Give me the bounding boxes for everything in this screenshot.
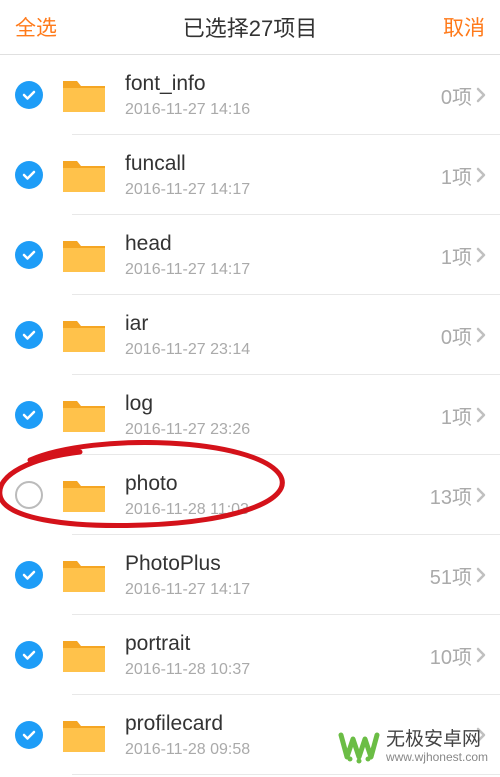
checkbox[interactable]: [15, 81, 43, 109]
checkbox[interactable]: [15, 561, 43, 589]
item-date: 2016-11-28 11:03: [125, 501, 430, 519]
item-date: 2016-11-27 14:17: [125, 261, 441, 279]
chevron-right-icon: [476, 407, 486, 423]
folder-icon: [61, 716, 107, 754]
checkbox[interactable]: [15, 641, 43, 669]
checkbox[interactable]: [15, 401, 43, 429]
list-item[interactable]: PhotoPlus 2016-11-27 14:1751项: [0, 535, 500, 615]
item-date: 2016-11-27 14:17: [125, 181, 441, 199]
item-count: 1项: [441, 161, 472, 190]
chevron-right-icon: [476, 567, 486, 583]
watermark-logo-icon: [338, 729, 380, 765]
item-name: log: [125, 391, 441, 416]
item-name: photo: [125, 471, 430, 496]
item-name: head: [125, 231, 441, 256]
folder-icon: [61, 556, 107, 594]
item-count: 0项: [441, 321, 472, 350]
folder-icon: [61, 316, 107, 354]
item-info: head 2016-11-27 14:17: [125, 231, 441, 278]
folder-icon: [61, 476, 107, 514]
item-name: PhotoPlus: [125, 551, 430, 576]
item-date: 2016-11-27 23:26: [125, 421, 441, 439]
item-count: 1项: [441, 241, 472, 270]
select-all-button[interactable]: 全选: [15, 12, 57, 42]
checkbox[interactable]: [15, 241, 43, 269]
list-item[interactable]: head 2016-11-27 14:171项: [0, 215, 500, 295]
item-info: font_info 2016-11-27 14:16: [125, 71, 441, 118]
file-list: font_info2016-11-27 14:160项 funcall2016-…: [0, 55, 500, 775]
item-count: 51项: [430, 561, 472, 590]
chevron-right-icon: [476, 327, 486, 343]
item-info: log 2016-11-27 23:26: [125, 391, 441, 438]
item-info: iar 2016-11-27 23:14: [125, 311, 441, 358]
item-name: font_info: [125, 71, 441, 96]
chevron-right-icon: [476, 167, 486, 183]
chevron-right-icon: [476, 247, 486, 263]
cancel-button[interactable]: 取消: [443, 12, 485, 42]
folder-icon: [61, 236, 107, 274]
folder-icon: [61, 396, 107, 434]
item-info: funcall 2016-11-27 14:17: [125, 151, 441, 198]
item-count: 10项: [430, 641, 472, 670]
list-item[interactable]: iar 2016-11-27 23:140项: [0, 295, 500, 375]
item-date: 2016-11-27 23:14: [125, 341, 441, 359]
watermark-title: 无极安卓网: [386, 730, 488, 751]
item-count: 1项: [441, 401, 472, 430]
list-item[interactable]: portrait 2016-11-28 10:3710项: [0, 615, 500, 695]
item-name: funcall: [125, 151, 441, 176]
list-item[interactable]: log 2016-11-27 23:261项: [0, 375, 500, 455]
list-item[interactable]: photo 2016-11-28 11:0313项: [0, 455, 500, 535]
item-count: 13项: [430, 481, 472, 510]
folder-icon: [61, 636, 107, 674]
list-item[interactable]: funcall 2016-11-27 14:171项: [0, 135, 500, 215]
item-date: 2016-11-27 14:16: [125, 101, 441, 119]
item-info: photo 2016-11-28 11:03: [125, 471, 430, 518]
chevron-right-icon: [476, 647, 486, 663]
chevron-right-icon: [476, 87, 486, 103]
folder-icon: [61, 76, 107, 114]
watermark-url: www.wjhonest.com: [386, 751, 488, 764]
item-date: 2016-11-28 10:37: [125, 661, 430, 679]
chevron-right-icon: [476, 487, 486, 503]
item-info: portrait 2016-11-28 10:37: [125, 631, 430, 678]
checkbox[interactable]: [15, 161, 43, 189]
header: 全选 已选择27项目 取消: [0, 0, 500, 55]
watermark: 无极安卓网 www.wjhonest.com: [338, 729, 488, 765]
item-date: 2016-11-27 14:17: [125, 581, 430, 599]
item-info: PhotoPlus 2016-11-27 14:17: [125, 551, 430, 598]
item-count: 0项: [441, 81, 472, 110]
checkbox[interactable]: [15, 481, 43, 509]
item-name: iar: [125, 311, 441, 336]
item-name: portrait: [125, 631, 430, 656]
list-item[interactable]: font_info 2016-11-27 14:160项: [0, 55, 500, 135]
page-title: 已选择27项目: [183, 11, 317, 43]
checkbox[interactable]: [15, 721, 43, 749]
checkbox[interactable]: [15, 321, 43, 349]
folder-icon: [61, 156, 107, 194]
